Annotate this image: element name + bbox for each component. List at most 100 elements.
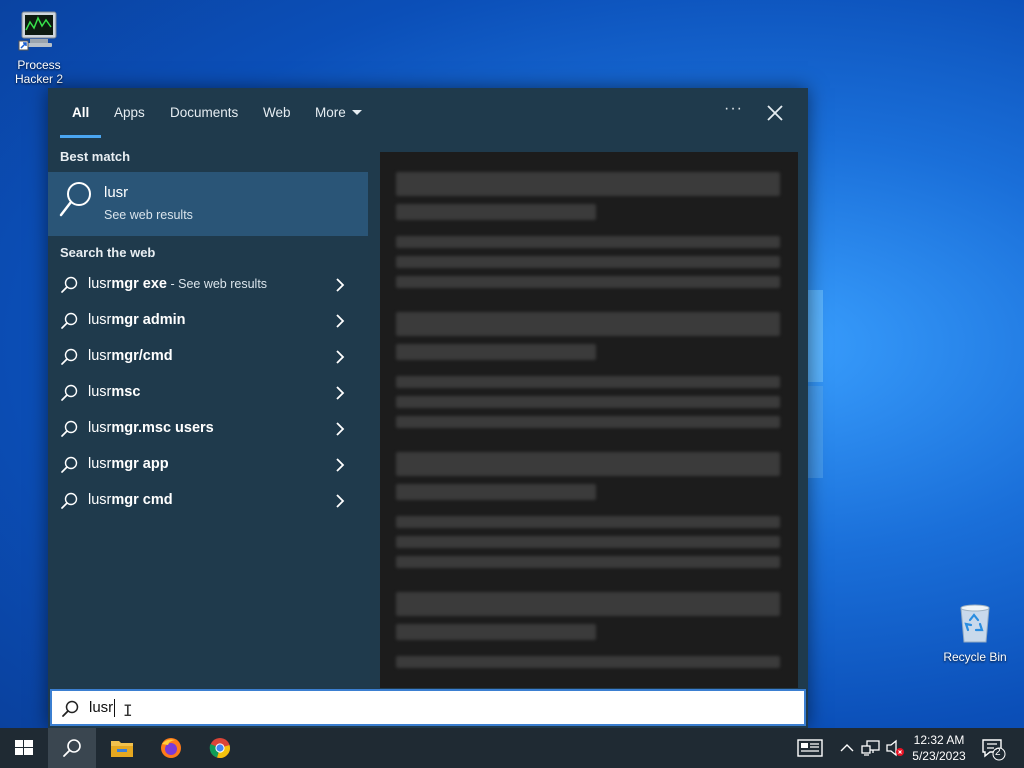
loading-placeholder-bar	[396, 204, 596, 220]
close-button[interactable]	[764, 102, 786, 124]
web-suggestion-item[interactable]: lusrmgr admin	[48, 304, 368, 338]
search-icon	[63, 739, 81, 757]
process-hacker-icon	[16, 8, 62, 54]
web-suggestion-label: lusrmgr.msc users	[88, 420, 214, 436]
close-icon	[767, 105, 783, 121]
web-suggestion-item[interactable]: lusrmsc	[48, 376, 368, 410]
desktop-icon-recycle-bin[interactable]: Recycle Bin	[937, 600, 1013, 664]
chevron-right-icon[interactable]	[334, 458, 346, 472]
suggested-text: mgr admin	[111, 312, 186, 328]
search-tabs: All Apps Documents Web More ···	[48, 88, 808, 140]
search-icon	[61, 700, 79, 718]
web-suggestion-label: lusrmsc	[88, 384, 140, 400]
desktop-icon-label: Recycle Bin	[943, 650, 1007, 664]
tab-more-label: More	[315, 105, 346, 120]
more-options-button[interactable]: ···	[724, 100, 743, 118]
search-icon	[60, 420, 78, 438]
web-suggestion-label: lusrmgr/cmd	[88, 348, 173, 364]
web-suggestion-label: lusrmgr exe - See web results	[88, 276, 267, 292]
chevron-right-icon[interactable]	[334, 314, 346, 328]
web-suggestion-item[interactable]: lusrmgr cmd	[48, 484, 368, 518]
firefox-icon	[161, 738, 181, 758]
tab-web[interactable]: Web	[263, 105, 291, 120]
web-suggestion-item[interactable]: lusrmgr/cmd	[48, 340, 368, 374]
search-panel: All Apps Documents Web More ··· Best mat…	[48, 88, 808, 728]
show-hidden-icons-button[interactable]	[838, 728, 856, 768]
search-input[interactable]: lusr	[89, 699, 113, 716]
firefox-button[interactable]	[147, 728, 195, 768]
best-match-item[interactable]: lusr See web results	[48, 172, 368, 236]
best-match-subtitle: See web results	[104, 208, 193, 222]
file-explorer-button[interactable]	[98, 728, 146, 768]
windows-logo-icon	[15, 740, 33, 755]
suggested-text: mgr exe	[111, 276, 167, 292]
loading-placeholder-bar	[396, 236, 780, 248]
suggested-text: mgr cmd	[111, 492, 173, 508]
desktop-icon-label: Process Hacker 2	[14, 58, 64, 86]
loading-placeholder-bar	[396, 484, 596, 500]
suggested-text: msc	[111, 384, 141, 400]
volume-button[interactable]	[884, 728, 906, 768]
chevron-right-icon[interactable]	[334, 278, 346, 292]
results-list: Best match lusr See web results Search t…	[48, 140, 368, 688]
notification-icon	[982, 739, 1006, 761]
typed-text: lusr	[88, 492, 112, 508]
clock-date: 5/23/2023	[912, 749, 966, 763]
search-box[interactable]: lusr I	[50, 689, 806, 726]
typed-text: lusr	[88, 312, 112, 328]
web-suggestion-label: lusrmgr cmd	[88, 492, 173, 508]
system-clock[interactable]: 12:32 AM 5/23/2023	[906, 732, 972, 764]
loading-placeholder-bar	[396, 516, 780, 528]
search-icon	[60, 312, 78, 330]
loading-placeholder-bar	[396, 452, 780, 476]
loading-placeholder-bar	[396, 344, 596, 360]
network-icon	[861, 740, 880, 756]
folder-icon	[111, 741, 133, 757]
best-match-heading: Best match	[60, 149, 131, 164]
typed-text: lusr	[88, 456, 112, 472]
suggestion-suffix: - See web results	[167, 277, 268, 291]
network-button[interactable]	[860, 728, 882, 768]
tab-apps[interactable]: Apps	[114, 105, 145, 120]
loading-placeholder-bar	[396, 376, 780, 388]
preview-pane	[380, 152, 798, 688]
news-widget-button[interactable]	[796, 728, 824, 768]
search-the-web-heading: Search the web	[60, 245, 156, 260]
tab-all[interactable]: All	[72, 105, 89, 120]
chevron-up-icon	[840, 744, 854, 752]
chevron-right-icon[interactable]	[334, 386, 346, 400]
search-icon	[60, 348, 78, 366]
start-button[interactable]	[0, 728, 48, 768]
web-suggestion-label: lusrmgr admin	[88, 312, 186, 328]
tab-more[interactable]: More	[315, 105, 362, 120]
tab-documents[interactable]: Documents	[170, 105, 238, 120]
chevron-right-icon[interactable]	[334, 422, 346, 436]
web-suggestion-item[interactable]: lusrmgr exe - See web results	[48, 268, 368, 302]
typed-text: lusr	[88, 276, 112, 292]
suggested-text: mgr app	[111, 456, 169, 472]
recycle-bin-icon	[952, 600, 998, 646]
taskbar-search-button[interactable]	[48, 728, 96, 768]
text-cursor	[114, 699, 115, 717]
chevron-right-icon[interactable]	[334, 494, 346, 508]
clock-time: 12:32 AM	[913, 733, 965, 747]
suggested-text: mgr.msc users	[111, 420, 214, 436]
loading-placeholder-bar	[396, 276, 780, 288]
web-suggestion-item[interactable]: lusrmgr app	[48, 448, 368, 482]
loading-placeholder-bar	[396, 396, 780, 408]
suggested-text: mgr/cmd	[111, 348, 173, 364]
caret-down-icon	[351, 110, 362, 115]
search-icon	[60, 276, 78, 294]
loading-placeholder-bar	[396, 312, 780, 336]
action-center-button[interactable]: 2	[980, 737, 1006, 761]
loading-placeholder-bar	[396, 172, 780, 196]
loading-placeholder-bar	[396, 624, 596, 640]
chevron-right-icon[interactable]	[334, 350, 346, 364]
search-icon	[60, 456, 78, 474]
desktop-icon-process-hacker[interactable]: Process Hacker 2	[1, 8, 77, 86]
loading-placeholder-bar	[396, 656, 780, 668]
web-suggestion-item[interactable]: lusrmgr.msc users	[48, 412, 368, 446]
best-match-title: lusr	[104, 184, 129, 201]
typed-text: lusr	[88, 348, 112, 364]
chrome-button[interactable]	[196, 728, 244, 768]
